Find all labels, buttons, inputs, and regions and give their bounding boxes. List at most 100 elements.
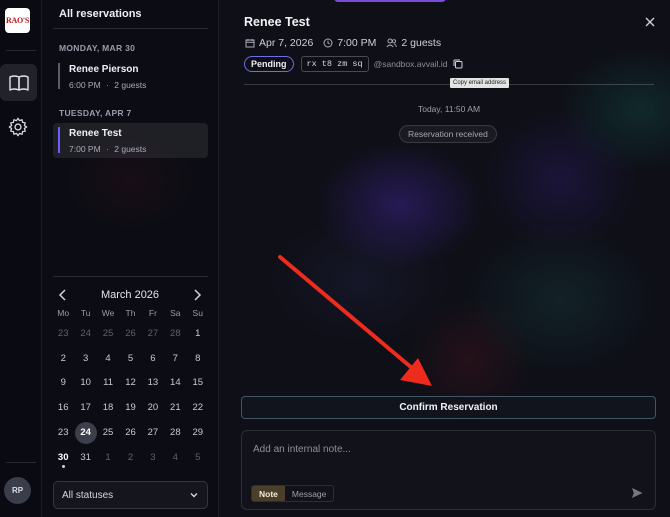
top-banner-pill[interactable] <box>334 0 446 2</box>
calendar-day[interactable]: 29 <box>187 427 209 438</box>
calendar-day[interactable]: 7 <box>164 353 186 364</box>
calendar-day[interactable]: 1 <box>187 328 209 339</box>
email-domain: @sandbox.avvail.id <box>373 59 448 69</box>
day-header: MONDAY, MAR 30 <box>59 43 136 53</box>
reservation-item-selected[interactable]: Renee Test 7:00 PM · 2 guests <box>53 123 208 158</box>
avatar-initials: RP <box>11 486 24 495</box>
message-mode-button[interactable]: Message <box>285 486 333 501</box>
reservation-guests: 2 guests <box>114 80 147 90</box>
calendar-day[interactable]: 2 <box>52 353 74 364</box>
calendar-divider <box>53 276 208 277</box>
calendar-day[interactable]: 18 <box>97 402 119 413</box>
copy-icon[interactable] <box>452 58 464 70</box>
calendar-day[interactable]: 13 <box>142 377 164 388</box>
calendar-day[interactable]: 17 <box>74 402 96 413</box>
reservation-meta: 7:00 PM · 2 guests <box>69 144 146 154</box>
calendar-day[interactable]: 16 <box>52 402 74 413</box>
chevron-left-icon[interactable] <box>56 288 70 302</box>
weekday-label: We <box>101 308 115 318</box>
close-icon[interactable] <box>643 15 657 29</box>
calendar-day[interactable]: 22 <box>187 402 209 413</box>
calendar-day[interactable]: 12 <box>119 377 141 388</box>
calendar-day-outside[interactable]: 2 <box>119 452 141 463</box>
calendar-day[interactable]: 23 <box>52 427 74 438</box>
status-filter-value: All statuses <box>62 489 114 501</box>
weekday-label: Sa <box>170 308 181 318</box>
weekday-label: Fr <box>148 308 157 318</box>
detail-title: Renee Test <box>244 15 310 29</box>
calendar-day[interactable]: 19 <box>119 402 141 413</box>
brand-logo[interactable]: RAO'S <box>5 8 30 33</box>
calendar-day-outside[interactable]: 3 <box>142 452 164 463</box>
note-mode-toggle: Note Message <box>251 485 335 502</box>
reservation-time: 7:00 PM <box>69 144 101 154</box>
calendar-day[interactable]: 14 <box>164 377 186 388</box>
calendar-week-row: 16 17 18 19 20 21 22 <box>52 395 209 420</box>
users-icon <box>386 38 398 48</box>
calendar-day[interactable]: 28 <box>164 427 186 438</box>
calendar-day[interactable]: 6 <box>142 353 164 364</box>
calendar-day-outside[interactable]: 4 <box>164 452 186 463</box>
calendar-day[interactable]: 10 <box>74 377 96 388</box>
calendar-week-row: 23 24 25 26 27 28 1 <box>52 321 209 346</box>
reservation-item-bar <box>58 63 60 89</box>
weekday-label: Th <box>125 308 136 318</box>
calendar-weekday-row: Mo Tu We Th Fr Sa Su <box>52 305 209 321</box>
calendar-day[interactable]: 11 <box>97 377 119 388</box>
meta-separator: · <box>106 80 109 90</box>
calendar-day-outside[interactable]: 27 <box>142 328 164 339</box>
calendar-day-outside[interactable]: 25 <box>97 328 119 339</box>
status-badge: Pending <box>244 56 294 72</box>
status-filter-select[interactable]: All statuses <box>53 481 208 509</box>
reservation-item[interactable]: Renee Pierson 6:00 PM · 2 guests <box>53 59 208 94</box>
reservation-tags-row: Pending rx t8 zm sq @sandbox.avvail.id <box>244 56 464 72</box>
reservation-detail-pane: Renee Test Apr 7, 2026 7:00 PM 2 guests … <box>220 0 670 517</box>
send-icon[interactable] <box>630 486 644 500</box>
calendar-day-outside[interactable]: 26 <box>119 328 141 339</box>
calendar-day[interactable]: 25 <box>97 427 119 438</box>
avatar[interactable]: RP <box>4 477 31 504</box>
reservation-guests: 2 guests <box>401 37 442 49</box>
calendar-week-row: 23 24 25 26 27 28 29 <box>52 420 209 445</box>
calendar-day[interactable]: 21 <box>164 402 186 413</box>
email-code-chip: rx t8 zm sq <box>300 56 369 72</box>
list-divider <box>53 28 208 29</box>
calendar-day-outside[interactable]: 1 <box>97 452 119 463</box>
book-icon <box>8 74 29 91</box>
chevron-down-icon <box>190 493 198 498</box>
calendar-day-outside[interactable]: 24 <box>74 328 96 339</box>
calendar-day-today[interactable]: 30 <box>52 452 74 468</box>
calendar-day[interactable]: 26 <box>119 427 141 438</box>
reservation-date: Apr 7, 2026 <box>259 37 314 49</box>
reservation-guest-name: Renee Pierson <box>69 64 139 75</box>
calendar-day[interactable]: 9 <box>52 377 74 388</box>
reservation-item-bar <box>58 127 60 153</box>
calendar-week-row: 30 31 1 2 3 4 5 <box>52 445 209 470</box>
reservations-nav-button[interactable] <box>0 64 37 101</box>
note-input[interactable]: Add an internal note... <box>253 444 351 455</box>
gear-icon[interactable] <box>7 116 29 138</box>
chevron-right-icon[interactable] <box>190 288 204 302</box>
list-title: All reservations <box>59 8 142 20</box>
rail-divider <box>6 50 36 51</box>
calendar-day-outside[interactable]: 28 <box>164 328 186 339</box>
calendar-day[interactable]: 3 <box>74 353 96 364</box>
calendar-day[interactable]: 27 <box>142 427 164 438</box>
calendar-day-outside[interactable]: 23 <box>52 328 74 339</box>
calendar-day-selected[interactable]: 24 <box>74 427 96 438</box>
calendar-day[interactable]: 15 <box>187 377 209 388</box>
calendar-day[interactable]: 4 <box>97 353 119 364</box>
weekday-label: Tu <box>80 308 91 318</box>
calendar-day[interactable]: 5 <box>119 353 141 364</box>
note-mode-button[interactable]: Note <box>252 486 285 501</box>
calendar-day-outside[interactable]: 5 <box>187 452 209 463</box>
reservation-guests: 2 guests <box>114 144 147 154</box>
confirm-reservation-button[interactable]: Confirm Reservation <box>241 396 656 419</box>
meta-separator: · <box>106 144 109 154</box>
date-meta: Apr 7, 2026 <box>245 37 313 49</box>
calendar-day[interactable]: 31 <box>74 452 96 463</box>
calendar-day[interactable]: 8 <box>187 353 209 364</box>
reservation-meta-row: Apr 7, 2026 7:00 PM 2 guests <box>245 37 451 49</box>
calendar-week-row: 9 10 11 12 13 14 15 <box>52 371 209 396</box>
calendar-day[interactable]: 20 <box>142 402 164 413</box>
